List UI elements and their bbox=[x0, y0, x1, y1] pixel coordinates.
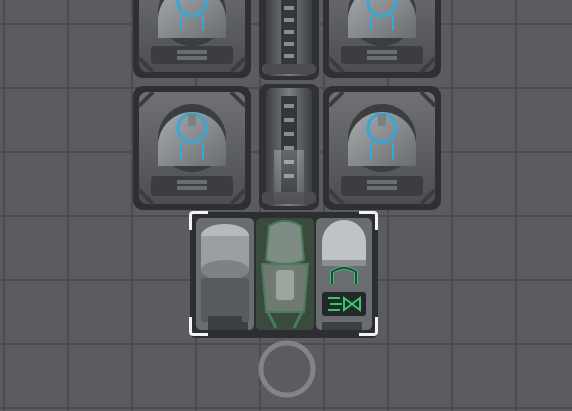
selection-corner-top-right bbox=[359, 211, 378, 230]
selection-corner-top-left bbox=[189, 211, 208, 230]
selection-corner-bottom-left bbox=[189, 317, 208, 336]
storage-unit-top-right[interactable] bbox=[323, 0, 441, 78]
ring-marker-icon[interactable] bbox=[258, 340, 316, 398]
storage-unit-middle-left[interactable] bbox=[133, 86, 251, 210]
locker-left-icon bbox=[196, 218, 254, 330]
suit-storage-machine[interactable] bbox=[190, 212, 378, 338]
spacesuit-icon bbox=[256, 218, 314, 330]
storage-unit-middle-right[interactable] bbox=[323, 86, 441, 210]
game-viewport bbox=[133, 0, 441, 398]
selection-corner-bottom-right bbox=[359, 317, 378, 336]
conduit-segment[interactable] bbox=[259, 0, 319, 80]
conduit-segment[interactable] bbox=[259, 84, 319, 210]
status-panel-icon bbox=[322, 292, 366, 316]
storage-unit-top-left[interactable] bbox=[133, 0, 251, 78]
